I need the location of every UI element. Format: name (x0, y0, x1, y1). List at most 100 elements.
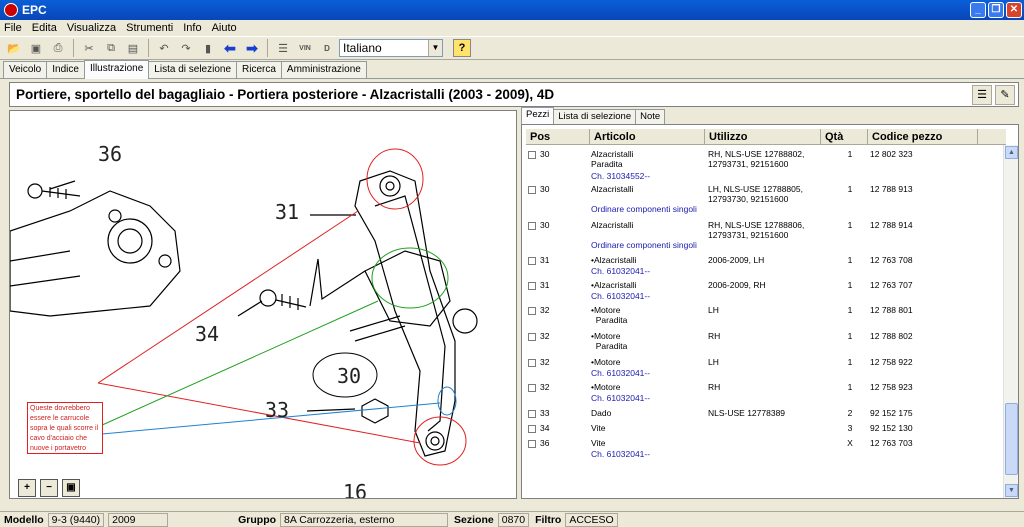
utilizzo-line-2: 12793730, 92151600 (708, 194, 789, 204)
cell-qta: 1 (847, 382, 853, 392)
back-arrow-icon[interactable]: ⬅ (220, 38, 240, 58)
illustration-panel[interactable]: 36 31 34 30 33 16 Queste dovrebbero esse… (9, 110, 517, 499)
callout-16[interactable]: 16 (343, 480, 367, 499)
column-utilizzo[interactable]: Utilizzo (705, 129, 821, 144)
note-line: sopra le quali scorre il (30, 425, 99, 432)
chassis-link[interactable]: Ch. 61032041-- (591, 393, 650, 403)
row-checkbox[interactable] (528, 440, 536, 448)
row-checkbox[interactable] (528, 425, 536, 433)
restore-button[interactable]: ❐ (988, 2, 1004, 18)
cell-codice: 12 788 913 (870, 184, 913, 194)
tab-illustrazione[interactable]: Illustrazione (83, 60, 150, 79)
order-components-link[interactable]: Ordinare componenti singoli (591, 240, 697, 250)
cell-articolo: Alzacristalli Paradita (591, 149, 706, 169)
zoom-in-icon[interactable]: + (18, 479, 36, 497)
menu-bar: File Edita Visualizza Strumenti Info Aiu… (0, 20, 1024, 36)
column-qta[interactable]: Qtà (821, 129, 868, 144)
tab-lista-di-selezione[interactable]: Lista di selezione (148, 61, 238, 78)
menu-strumenti[interactable]: Strumenti (126, 22, 173, 34)
chassis-link[interactable]: Ch. 61032041-- (591, 449, 650, 459)
paste-icon[interactable]: ▤ (123, 38, 143, 58)
page-title: Portiere, sportello del bagagliaio - Por… (16, 87, 555, 102)
menu-aiuto[interactable]: Aiuto (212, 22, 237, 34)
cell-utilizzo: RH, NLS-USE 12788802, 12793731, 92151600 (708, 149, 818, 169)
note-line: cavo d'acciaio che (30, 435, 87, 442)
callout-30[interactable]: 30 (337, 364, 361, 388)
copy-icon[interactable]: ⧉ (101, 38, 121, 58)
row-checkbox[interactable] (528, 222, 536, 230)
tab-parts-lista-di-selezione[interactable]: Lista di selezione (553, 109, 637, 124)
undo-icon[interactable]: ↶ (154, 38, 174, 58)
menu-info[interactable]: Info (183, 22, 201, 34)
tab-pezzi[interactable]: Pezzi (521, 107, 555, 124)
row-checkbox[interactable] (528, 307, 536, 315)
cell-qta: 1 (847, 184, 853, 194)
callout-33[interactable]: 33 (265, 398, 289, 422)
cell-qta: 1 (847, 280, 853, 290)
minimize-button[interactable]: _ (970, 2, 986, 18)
print-icon[interactable]: ⎙ (48, 38, 68, 58)
save-icon[interactable]: ▣ (26, 38, 46, 58)
column-articolo[interactable]: Articolo (590, 129, 705, 144)
vin-button[interactable]: VIN (295, 38, 315, 58)
cell-articolo: Alzacristalli (591, 184, 634, 194)
chassis-link[interactable]: Ch. 61032041-- (591, 266, 650, 276)
edit-note-icon[interactable]: ✎ (995, 84, 1015, 105)
dims-icon[interactable]: D (317, 38, 337, 58)
menu-visualizza[interactable]: Visualizza (67, 22, 116, 34)
redo-icon[interactable]: ↷ (176, 38, 196, 58)
zoom-out-icon[interactable]: − (40, 479, 58, 497)
vertical-scrollbar[interactable]: ▲ ▼ (1003, 145, 1018, 498)
chassis-link[interactable]: Ch. 61032041-- (591, 291, 650, 301)
chassis-link[interactable]: Ch. 61032041-- (591, 368, 650, 378)
row-checkbox[interactable] (528, 151, 536, 159)
status-modello: 9-3 (9440) (47, 512, 105, 527)
column-codice-pezzo[interactable]: Codice pezzo (868, 129, 978, 144)
tab-note[interactable]: Note (635, 109, 666, 124)
selection-list-icon[interactable]: ☰ (273, 38, 293, 58)
cell-pos: 32 (540, 305, 550, 315)
forward-arrow-icon[interactable]: ➡ (242, 38, 262, 58)
cell-pos: 32 (540, 357, 550, 367)
row-checkbox[interactable] (528, 186, 536, 194)
cell-codice: 12 758 923 (870, 382, 913, 392)
column-pos[interactable]: Pos (526, 129, 590, 144)
menu-edita[interactable]: Edita (32, 22, 57, 34)
utilizzo-line-2: 12793731, 92151600 (708, 230, 789, 240)
main-tabs: Veicolo Indice Illustrazione Lista di se… (0, 60, 1024, 79)
scroll-thumb[interactable] (1005, 403, 1018, 475)
callout-36[interactable]: 36 (98, 142, 122, 166)
callout-31[interactable]: 31 (275, 200, 299, 224)
chassis-link[interactable]: Ch. 31034552-- (591, 171, 650, 181)
help-button[interactable]: ? (453, 39, 471, 57)
zoom-fit-icon[interactable]: ▣ (62, 479, 80, 497)
callout-34[interactable]: 34 (195, 322, 219, 346)
cell-utilizzo: 2006-2009, RH (708, 280, 766, 290)
tab-amministrazione[interactable]: Amministrazione (280, 61, 367, 78)
open-icon[interactable]: 📂 (4, 38, 24, 58)
row-checkbox[interactable] (528, 359, 536, 367)
order-components-link[interactable]: Ordinare componenti singoli (591, 204, 697, 214)
row-checkbox[interactable] (528, 282, 536, 290)
cell-codice: 12 763 703 (870, 438, 913, 448)
cell-pos: 32 (540, 331, 550, 341)
close-button[interactable]: ✕ (1006, 2, 1022, 18)
scroll-down-icon[interactable]: ▼ (1005, 484, 1018, 497)
tab-indice[interactable]: Indice (46, 61, 85, 78)
tab-ricerca[interactable]: Ricerca (236, 61, 282, 78)
row-checkbox[interactable] (528, 410, 536, 418)
cell-qta: X (847, 438, 853, 448)
row-checkbox[interactable] (528, 257, 536, 265)
cut-icon[interactable]: ✂ (79, 38, 99, 58)
tab-veicolo[interactable]: Veicolo (3, 61, 48, 78)
row-checkbox[interactable] (528, 333, 536, 341)
menu-file[interactable]: File (4, 22, 22, 34)
row-checkbox[interactable] (528, 384, 536, 392)
scroll-up-icon[interactable]: ▲ (1005, 146, 1018, 159)
list-add-icon[interactable]: ▮ (198, 38, 218, 58)
status-sezione: 0870 (497, 512, 530, 527)
chevron-down-icon[interactable]: ▼ (428, 40, 442, 56)
language-select[interactable]: Italiano ▼ (339, 39, 443, 57)
articolo-line-2: Paradita (591, 159, 623, 169)
add-to-list-icon[interactable]: ☰ (972, 84, 992, 105)
